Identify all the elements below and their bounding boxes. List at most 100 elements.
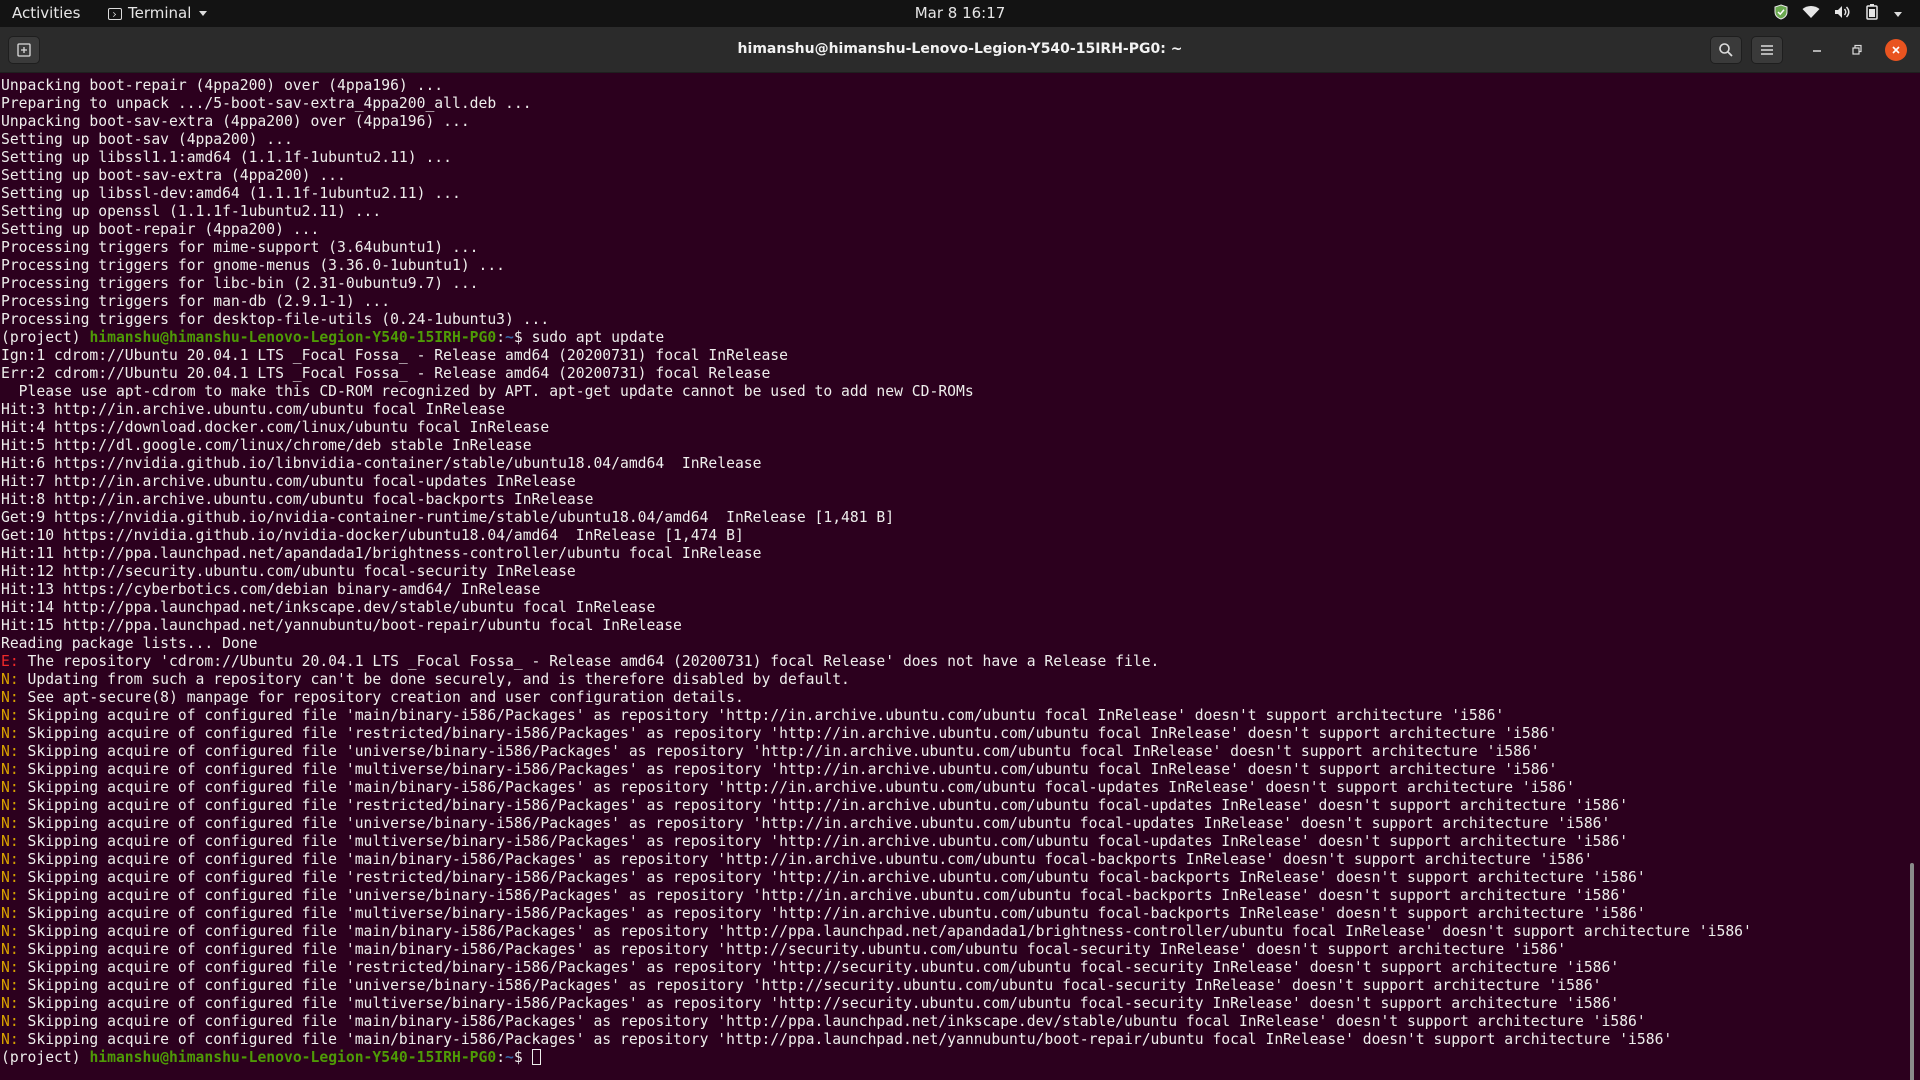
notice-tag: N: [1,833,19,850]
notice-tag: N: [1,1013,19,1030]
line-text: Hit:7 http://in.archive.ubuntu.com/ubunt… [1,473,576,490]
clock-label[interactable]: Mar 8 16:17 [915,4,1006,22]
clock: Mar 8 16:17 [0,4,1920,22]
line-text: Hit:8 http://in.archive.ubuntu.com/ubunt… [1,491,594,508]
notice-tag: N: [1,725,19,742]
line-text: Skipping acquire of configured file 'mai… [18,851,1593,868]
line-text: Hit:13 https://cyberbotics.com/debian bi… [1,581,541,598]
line-text: Setting up openssl (1.1.1f-1ubuntu2.11) … [1,203,382,220]
line-text: Skipping acquire of configured file 'res… [18,797,1629,814]
notice-tag: N: [1,1031,19,1048]
output-line: N: Skipping acquire of configured file '… [1,869,1752,887]
notice-tag: N: [1,689,19,706]
output-line: Setting up libssl1.1:amd64 (1.1.1f-1ubun… [1,149,1752,167]
output-line: Hit:14 http://ppa.launchpad.net/inkscape… [1,599,1752,617]
output-line: N: Skipping acquire of configured file '… [1,743,1752,761]
prompt-user: himanshu@himanshu-Lenovo-Legion-Y540-15I… [89,1049,497,1066]
gnome-top-bar: Activities Terminal Mar 8 16:17 [0,0,1920,27]
line-text: Processing triggers for mime-support (3.… [1,239,479,256]
output-line: Hit:5 http://dl.google.com/linux/chrome/… [1,437,1752,455]
hamburger-menu-icon [1761,45,1773,55]
output-line: Get:9 https://nvidia.github.io/nvidia-co… [1,509,1752,527]
close-button[interactable] [1885,39,1907,61]
output-line: N: Skipping acquire of configured file '… [1,1013,1752,1031]
output-line: Processing triggers for libc-bin (2.31-0… [1,275,1752,293]
line-text: Skipping acquire of configured file 'uni… [18,977,1602,994]
output-line: Hit:4 https://download.docker.com/linux/… [1,419,1752,437]
line-text: Skipping acquire of configured file 'mul… [18,833,1629,850]
line-text: Unpacking boot-repair (4ppa200) over (4p… [1,77,444,94]
system-tray[interactable] [1774,3,1902,21]
system-menu-arrow-icon[interactable] [1892,3,1902,21]
terminal-lines: Unpacking boot-repair (4ppa200) over (4p… [1,77,1752,1067]
output-line: Unpacking boot-sav-extra (4ppa200) over … [1,113,1752,131]
line-text: Skipping acquire of configured file 'mai… [18,1013,1646,1030]
battery-icon[interactable] [1866,4,1878,20]
notice-tag: N: [1,671,19,688]
output-line: Hit:8 http://in.archive.ubuntu.com/ubunt… [1,491,1752,509]
search-button[interactable] [1710,36,1742,64]
line-text: Err:2 cdrom://Ubuntu 20.04.1 LTS _Focal … [1,365,771,382]
search-icon [1719,43,1733,57]
line-text: Hit:15 http://ppa.launchpad.net/yannubun… [1,617,682,634]
minimize-button[interactable] [1805,38,1829,62]
terminal-scrollbar[interactable] [1910,863,1914,1080]
close-icon [1892,46,1900,54]
line-text: Processing triggers for man-db (2.9.1-1)… [1,293,391,310]
prompt-user: himanshu@himanshu-Lenovo-Legion-Y540-15I… [89,329,497,346]
line-text: Skipping acquire of configured file 'mai… [18,779,1575,796]
output-line: N: Skipping acquire of configured file '… [1,779,1752,797]
line-text: Hit:12 http://security.ubuntu.com/ubuntu… [1,563,576,580]
output-line: Setting up boot-repair (4ppa200) ... [1,221,1752,239]
line-text: Skipping acquire of configured file 'res… [18,869,1646,886]
output-line: Unpacking boot-repair (4ppa200) over (4p… [1,77,1752,95]
output-line: Processing triggers for desktop-file-uti… [1,311,1752,329]
wifi-icon[interactable] [1802,5,1820,19]
line-text: Skipping acquire of configured file 'mai… [18,923,1752,940]
line-text: Updating from such a repository can't be… [18,671,850,688]
line-text: Skipping acquire of configured file 'mul… [18,905,1646,922]
output-line: Reading package lists... Done [1,635,1752,653]
prompt-dollar: $ [513,1049,532,1066]
line-text: Reading package lists... Done [1,635,258,652]
line-text: Processing triggers for gnome-menus (3.3… [1,257,506,274]
output-line: N: Skipping acquire of configured file '… [1,851,1752,869]
line-text: Hit:6 https://nvidia.github.io/libnvidia… [1,455,762,472]
output-line: Processing triggers for man-db (2.9.1-1)… [1,293,1752,311]
volume-icon[interactable] [1834,5,1852,19]
line-text: Hit:11 http://ppa.launchpad.net/apandada… [1,545,762,562]
line-text: Skipping acquire of configured file 'uni… [18,815,1611,832]
output-line: Preparing to unpack .../5-boot-sav-extra… [1,95,1752,113]
output-line: N: Skipping acquire of configured file '… [1,761,1752,779]
line-text: Hit:5 http://dl.google.com/linux/chrome/… [1,437,532,454]
line-text: Processing triggers for libc-bin (2.31-0… [1,275,479,292]
error-tag: E: [1,653,19,670]
output-line: Processing triggers for gnome-menus (3.3… [1,257,1752,275]
output-line: N: Skipping acquire of configured file '… [1,797,1752,815]
prompt-separator: : [496,329,506,346]
line-text: Hit:3 http://in.archive.ubuntu.com/ubunt… [1,401,506,418]
maximize-button[interactable] [1845,38,1869,62]
terminal-output[interactable]: Unpacking boot-repair (4ppa200) over (4p… [0,73,1920,1080]
line-text: Skipping acquire of configured file 'mai… [18,1031,1673,1048]
output-line: N: Skipping acquire of configured file '… [1,959,1752,977]
output-line: Setting up boot-sav (4ppa200) ... [1,131,1752,149]
line-text: Setting up boot-sav-extra (4ppa200) ... [1,167,346,184]
prompt-path: ~ [505,329,514,346]
shield-icon[interactable] [1774,4,1788,20]
prompt-env: (project) [1,329,90,346]
line-text: Please use apt-cdrom to make this CD-ROM… [1,383,974,400]
notice-tag: N: [1,887,19,904]
line-text: Skipping acquire of configured file 'mai… [18,707,1505,724]
window-title: himanshu@himanshu-Lenovo-Legion-Y540-15I… [737,41,1183,57]
notice-tag: N: [1,869,19,886]
output-line: Please use apt-cdrom to make this CD-ROM… [1,383,1752,401]
line-text: Skipping acquire of configured file 'uni… [18,743,1540,760]
output-line: N: Skipping acquire of configured file '… [1,833,1752,851]
output-line: N: Skipping acquire of configured file '… [1,707,1752,725]
output-line: E: The repository 'cdrom://Ubuntu 20.04.… [1,653,1752,671]
notice-tag: N: [1,905,19,922]
hamburger-menu-button[interactable] [1751,36,1783,64]
line-text: Setting up boot-sav (4ppa200) ... [1,131,293,148]
output-line: Processing triggers for mime-support (3.… [1,239,1752,257]
